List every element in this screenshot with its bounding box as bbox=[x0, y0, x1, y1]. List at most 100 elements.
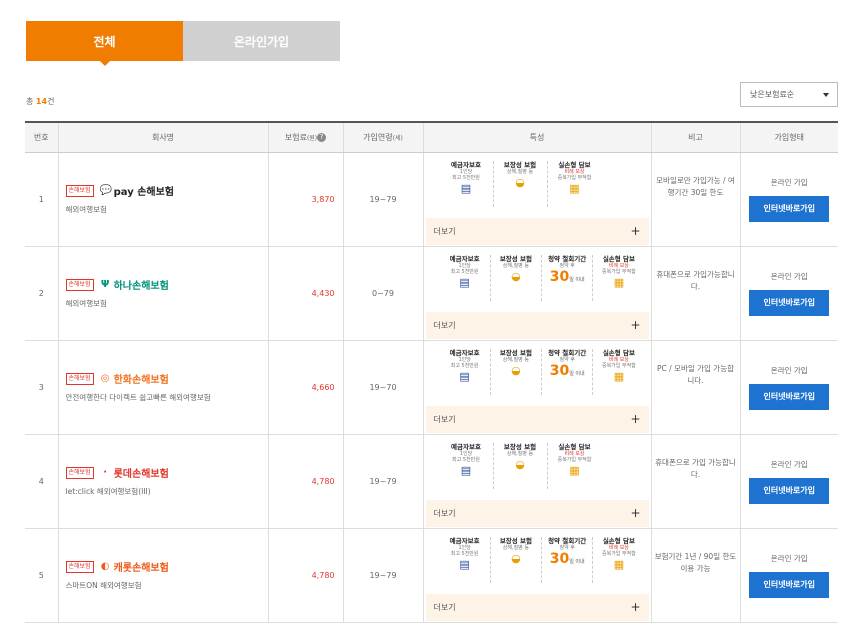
feature-detail: 최고 5천만원 bbox=[452, 174, 480, 181]
company-logo[interactable]: 💬 pay 손해보험 bbox=[100, 183, 174, 198]
table-row: 3 손해보험 ◎ 한화손해보험 안전여행한다 다이렉트 쉽고빠른 해외여행보험 … bbox=[25, 340, 838, 435]
deposit-protection-badge-icon: ▤ bbox=[459, 557, 470, 571]
header-company: 회사명 bbox=[57, 121, 268, 153]
tab-online-join[interactable]: 온라인가입 bbox=[183, 21, 340, 61]
plus-icon: + bbox=[630, 412, 641, 426]
feature-title: 청약 철회기간 bbox=[548, 254, 587, 263]
more-label: 더보기 bbox=[433, 414, 456, 424]
feature-title: 예금자보호 bbox=[449, 348, 480, 357]
feature-list: 예금자보호 1인당 최고 5천만원 ▤ 보장성 보험 상해,질병 등 ◒ 청약 철회기… bbox=[426, 341, 649, 406]
category-tag: 손해보험 bbox=[65, 560, 94, 573]
feature-title: 청약 철회기간 bbox=[548, 536, 587, 545]
feature-list: 예금자보호 1인당 최고 5천만원 ▤ 보장성 보험 상해,질병 등 ◒ 실손형 담보… bbox=[426, 153, 649, 218]
company-name: 캐롯손해보험 bbox=[113, 563, 169, 574]
internet-join-button[interactable]: 인터넷바로가입 bbox=[749, 383, 830, 410]
feature-title: 실손형 담보 bbox=[602, 254, 635, 263]
company-name: 롯데손해보험 bbox=[113, 469, 169, 480]
feature-title: 보장성 보험 bbox=[499, 348, 532, 357]
document-icon: ▦ bbox=[569, 463, 580, 477]
internet-join-button[interactable]: 인터넷바로가입 bbox=[749, 289, 830, 316]
feature-title: 보장성 보험 bbox=[503, 160, 537, 169]
speech-bubble-icon: 💬 bbox=[99, 185, 113, 196]
header-note: 비고 bbox=[650, 121, 740, 153]
feature-title: 실손형 담보 bbox=[558, 442, 591, 451]
feature-detail: 최고 5천만원 bbox=[450, 550, 479, 557]
plus-icon: + bbox=[630, 506, 641, 520]
feature-detail: 중복가입 부적합 bbox=[602, 268, 636, 275]
premium-value: 4,430 bbox=[267, 246, 343, 341]
company-logo[interactable]: ◎ 한화손해보험 bbox=[100, 371, 169, 386]
insurance-table: 번호 회사명 보험료(원)? 가입연령(세) 특성 비고 가입형태 1 손해보험… bbox=[25, 121, 838, 623]
company-cell: 손해보험 Ψ 하나손해보험 해외여행보험 bbox=[57, 246, 268, 341]
company-logo[interactable]: Ψ 하나손해보험 bbox=[100, 277, 169, 292]
more-label: 더보기 bbox=[433, 226, 456, 236]
more-toggle[interactable]: 더보기 + bbox=[425, 405, 649, 433]
bowl-icon: ◒ bbox=[515, 457, 525, 471]
table-row: 2 손해보험 Ψ 하나손해보험 해외여행보험 4,430 0~79 예금자보호 … bbox=[25, 246, 838, 341]
chevron-down-icon bbox=[823, 93, 829, 97]
premium-value: 3,870 bbox=[267, 152, 343, 247]
join-type: 온라인 가입 bbox=[770, 177, 808, 187]
note-cell: 보험기간 1년 / 90일 한도 이용 가능 bbox=[650, 528, 740, 623]
internet-join-button[interactable]: 인터넷바로가입 bbox=[749, 477, 830, 504]
plus-icon: + bbox=[630, 318, 641, 332]
feature-item: 실손형 담보 비례 보상 중복가입 부적합 ▦ bbox=[593, 255, 644, 301]
bowl-icon: ◒ bbox=[511, 551, 521, 565]
feature-item: 예금자보호 1인당 최고 5천만원 ▤ bbox=[440, 536, 491, 583]
internet-join-button[interactable]: 인터넷바로가입 bbox=[749, 195, 830, 222]
company-cell: 손해보험 💬 pay 손해보험 해외여행보험 bbox=[57, 152, 268, 247]
company-cell: 손해보험 ◐ 캐롯손해보험 스마트ON 해외여행보험 bbox=[57, 528, 268, 623]
more-toggle[interactable]: 더보기 + bbox=[425, 217, 649, 245]
more-toggle[interactable]: 더보기 + bbox=[425, 311, 649, 339]
table-row: 1 손해보험 💬 pay 손해보험 해외여행보험 3,870 19~79 예금자… bbox=[25, 152, 838, 247]
internet-join-button[interactable]: 인터넷바로가입 bbox=[749, 571, 830, 598]
join-cell: 온라인 가입 인터넷바로가입 bbox=[739, 528, 838, 623]
feature-list: 예금자보호 1인당 최고 5천만원 ▤ 보장성 보험 상해,질병 등 ◒ 청약 철회기… bbox=[426, 247, 649, 312]
company-cell: 손해보험 ◎ 한화손해보험 안전여행한다 다이렉트 쉽고빠른 해외여행보험 bbox=[57, 340, 268, 435]
company-name: 한화손해보험 bbox=[113, 375, 169, 386]
feature-detail: 최고 5천만원 bbox=[450, 268, 479, 275]
tab-all[interactable]: 전체 bbox=[26, 21, 183, 61]
features-cell: 예금자보호 1인당 최고 5천만원 ▤ 보장성 보험 상해,질병 등 ◒ 청약 철회기… bbox=[422, 246, 651, 341]
more-toggle[interactable]: 더보기 + bbox=[425, 499, 649, 527]
more-label: 더보기 bbox=[433, 508, 456, 518]
row-number: 4 bbox=[25, 434, 58, 529]
note-cell: 휴대폰으로 가입가능합니다. bbox=[650, 246, 740, 341]
feature-item: 보장성 보험 상해,질병 등 ◒ bbox=[491, 254, 543, 301]
deposit-protection-badge-icon: ▤ bbox=[459, 275, 470, 289]
feature-list: 예금자보호 1인당 최고 5천만원 ▤ 보장성 보험 상해,질병 등 ◒ 청약 철회기… bbox=[426, 529, 649, 594]
feature-detail: 중복가입 부적합 bbox=[557, 456, 592, 463]
feature-title: 보장성 보험 bbox=[499, 254, 532, 263]
join-type: 온라인 가입 bbox=[770, 459, 808, 469]
company-logo[interactable]: ◐ 캐롯손해보험 bbox=[100, 559, 169, 574]
feature-item: 보장성 보험 상해,질병 등 ◒ bbox=[494, 442, 548, 489]
category-tag: 손해보험 bbox=[65, 184, 94, 197]
more-label: 더보기 bbox=[433, 320, 456, 330]
table-header-row: 번호 회사명 보험료(원)? 가입연령(세) 특성 비고 가입형태 bbox=[25, 121, 838, 153]
plus-icon: + bbox=[630, 224, 641, 238]
company-logo[interactable]: · 롯데손해보험 bbox=[100, 465, 169, 480]
age-range: 19~79 bbox=[342, 528, 423, 623]
feature-title: 보장성 보험 bbox=[499, 536, 532, 545]
bowl-icon: ◒ bbox=[515, 175, 525, 189]
more-label: 더보기 bbox=[433, 602, 456, 612]
feature-item: 예금자보호 1인당 최고 5천만원 ▤ bbox=[440, 348, 491, 395]
header-features: 특성 bbox=[422, 121, 651, 153]
feature-item: 예금자보호 1인당 최고 5천만원 ▤ bbox=[440, 254, 491, 301]
feature-item: 예금자보호 1인당 최고 5천만원 ▤ bbox=[440, 160, 494, 207]
feature-detail: 상해,질병 등 bbox=[502, 262, 529, 269]
feature-item: 보장성 보험 상해,질병 등 ◒ bbox=[491, 348, 543, 395]
feature-detail: 상해,질병 등 bbox=[502, 356, 529, 363]
features-cell: 예금자보호 1인당 최고 5천만원 ▤ 보장성 보험 상해,질병 등 ◒ 청약 철회기… bbox=[422, 528, 651, 623]
total-count: 총 14건 bbox=[26, 97, 55, 106]
product-name: 해외여행보험 bbox=[65, 205, 107, 214]
hana-logo-icon: Ψ bbox=[100, 279, 110, 290]
feature-title: 실손형 담보 bbox=[602, 348, 635, 357]
feature-detail: 상해,질병 등 bbox=[506, 450, 534, 457]
join-type: 온라인 가입 bbox=[770, 365, 808, 375]
help-icon[interactable]: ? bbox=[317, 132, 327, 142]
company-name: 하나손해보험 bbox=[113, 281, 169, 292]
age-range: 0~79 bbox=[342, 246, 423, 341]
sort-select[interactable]: 낮은보험료순 bbox=[740, 82, 838, 107]
more-toggle[interactable]: 더보기 + bbox=[425, 593, 649, 621]
